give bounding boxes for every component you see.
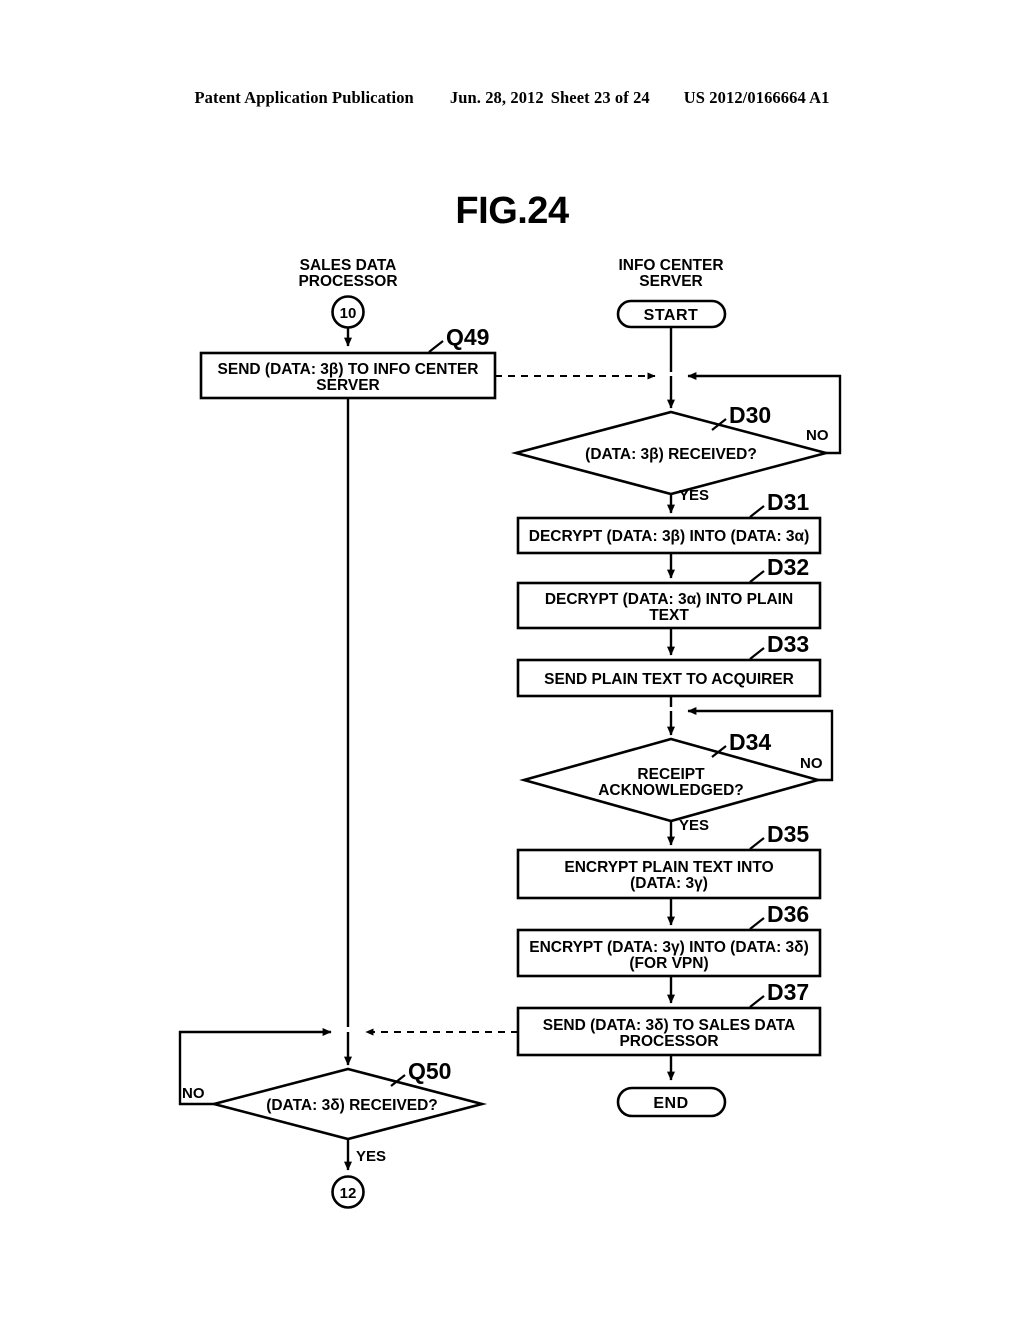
connector-entry-label: 10 bbox=[340, 305, 357, 322]
connector-exit-12: 12 bbox=[331, 1175, 365, 1209]
step-d37-line1: SEND (DATA: 3δ) TO SALES DATA bbox=[543, 1017, 796, 1034]
step-d33-id: D33 bbox=[767, 631, 809, 657]
step-q50-yes-label: YES bbox=[356, 1148, 386, 1165]
terminator-start: START bbox=[616, 299, 727, 329]
step-d34: RECEIPT ACKNOWLEDGED? D34 NO YES bbox=[519, 729, 823, 834]
step-d34-id: D34 bbox=[729, 729, 771, 755]
step-q49-id: Q49 bbox=[446, 324, 489, 350]
step-d35-line2: (DATA: 3γ) bbox=[630, 875, 708, 892]
connector-exit-label: 12 bbox=[340, 1185, 357, 1202]
step-d32-id: D32 bbox=[767, 554, 809, 580]
step-d32: DECRYPT (DATA: 3α) INTO PLAIN TEXT D32 bbox=[516, 554, 822, 630]
step-d37-line2: PROCESSOR bbox=[619, 1033, 718, 1050]
step-q50: (DATA: 3δ) RECEIVED? Q50 NO YES bbox=[182, 1058, 488, 1165]
column-heading-left: SALES DATA PROCESSOR bbox=[298, 257, 397, 290]
step-d34-line1: RECEIPT bbox=[637, 766, 705, 783]
step-d30-id: D30 bbox=[729, 402, 771, 428]
step-q50-no-label: NO bbox=[182, 1085, 205, 1102]
column-heading-right: INFO CENTER SERVER bbox=[618, 257, 723, 290]
step-d37: SEND (DATA: 3δ) TO SALES DATA PROCESSOR … bbox=[516, 979, 822, 1057]
step-d33: SEND PLAIN TEXT TO ACQUIRER D33 bbox=[516, 631, 822, 698]
step-d32-line2: TEXT bbox=[649, 607, 689, 624]
step-d30-yes-label: YES bbox=[679, 487, 709, 504]
patent-figure-page: Patent Application Publication Jun. 28, 2… bbox=[0, 0, 1024, 1320]
step-d31: DECRYPT (DATA: 3β) INTO (DATA: 3α) D31 bbox=[516, 489, 822, 555]
step-d35-id: D35 bbox=[767, 821, 809, 847]
step-d37-id: D37 bbox=[767, 979, 809, 1005]
step-q49-line2: SERVER bbox=[316, 377, 379, 394]
step-d34-no-label: NO bbox=[800, 755, 823, 772]
step-d30-line1: (DATA: 3β) RECEIVED? bbox=[585, 446, 757, 463]
step-d34-yes-label: YES bbox=[679, 817, 709, 834]
step-d31-line1: DECRYPT (DATA: 3β) INTO (DATA: 3α) bbox=[529, 528, 809, 545]
column-heading-left-line2: PROCESSOR bbox=[298, 273, 397, 290]
terminator-start-label: START bbox=[644, 307, 699, 324]
step-d36: ENCRYPT (DATA: 3γ) INTO (DATA: 3δ) (FOR … bbox=[516, 901, 822, 978]
step-d36-id: D36 bbox=[767, 901, 809, 927]
step-d36-line1: ENCRYPT (DATA: 3γ) INTO (DATA: 3δ) bbox=[529, 939, 809, 956]
step-d34-line2: ACKNOWLEDGED? bbox=[598, 782, 744, 799]
step-d30-no-label: NO bbox=[806, 427, 829, 444]
step-q50-line1: (DATA: 3δ) RECEIVED? bbox=[266, 1097, 438, 1114]
step-d35-line1: ENCRYPT PLAIN TEXT INTO bbox=[564, 859, 773, 876]
column-heading-right-line1: INFO CENTER bbox=[618, 257, 723, 274]
column-heading-right-line2: SERVER bbox=[639, 273, 702, 290]
column-heading-left-line1: SALES DATA bbox=[300, 257, 397, 274]
step-d35: ENCRYPT PLAIN TEXT INTO (DATA: 3γ) D35 bbox=[516, 821, 822, 900]
step-d36-line2: (FOR VPN) bbox=[629, 955, 708, 972]
step-q49-line1: SEND (DATA: 3β) TO INFO CENTER bbox=[218, 361, 479, 378]
step-q50-id: Q50 bbox=[408, 1058, 451, 1084]
connector-entry-10: 10 bbox=[331, 295, 365, 329]
terminator-end-label: END bbox=[653, 1095, 688, 1112]
terminator-end: END bbox=[616, 1086, 727, 1118]
step-d33-line1: SEND PLAIN TEXT TO ACQUIRER bbox=[544, 671, 794, 688]
flowchart-canvas: SALES DATA PROCESSOR INFO CENTER SERVER … bbox=[178, 257, 842, 1209]
step-d32-line1: DECRYPT (DATA: 3α) INTO PLAIN bbox=[545, 591, 793, 608]
step-d31-id: D31 bbox=[767, 489, 809, 515]
